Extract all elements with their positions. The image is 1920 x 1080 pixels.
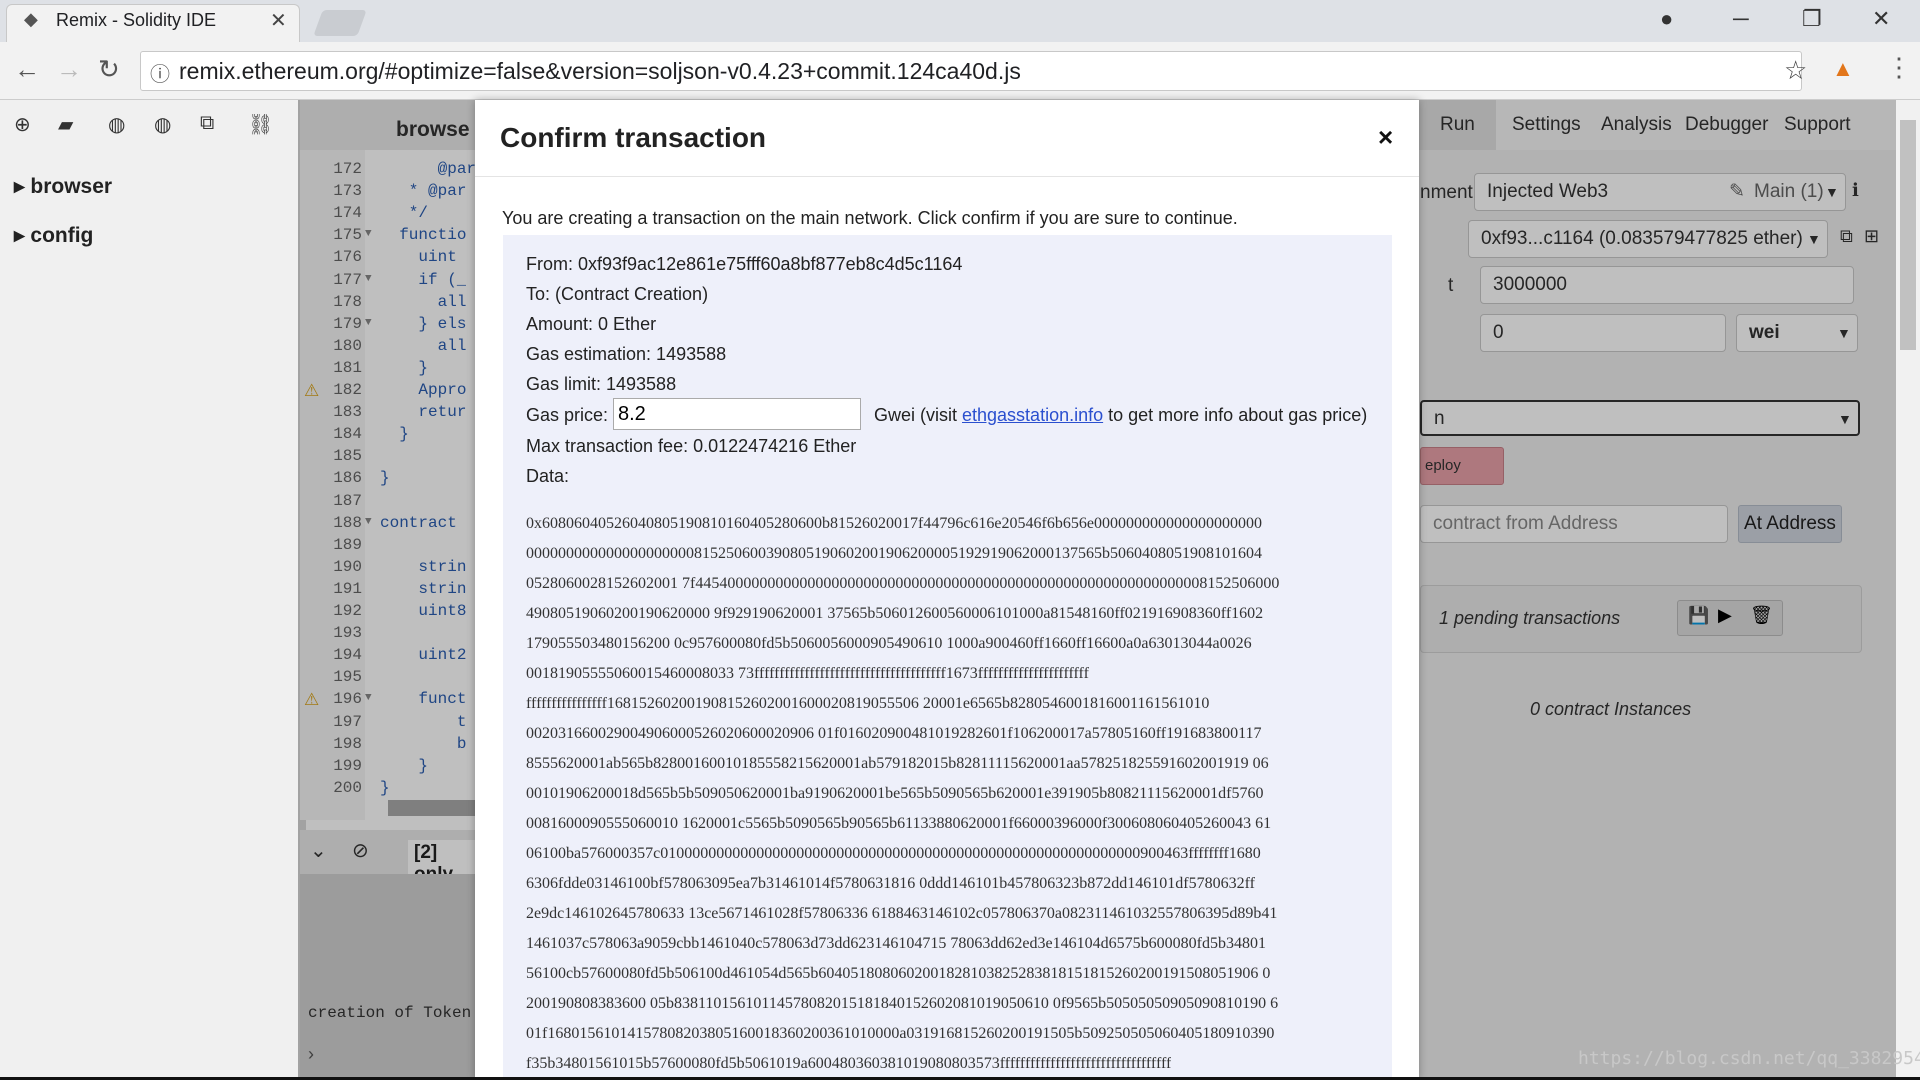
- data-hex-line: 1461037c578063a9059cbb1461040c578063d73d…: [526, 935, 1266, 952]
- gas-price-label: Gas price:: [526, 405, 609, 425]
- data-hex-line: 179055503480156200 0c957600080fd5b506005…: [526, 635, 1252, 652]
- to-text: To: (Contract Creation): [526, 284, 709, 304]
- profile-icon[interactable]: ●: [1660, 6, 1673, 32]
- create-file-icon[interactable]: ⊕: [14, 112, 31, 137]
- gwei-prefix: Gwei (visit: [874, 405, 963, 425]
- data-hex-line: 00101906200018d565b5b509050620001ba91906…: [526, 785, 1264, 802]
- gas-price-input[interactable]: [613, 398, 861, 430]
- data-hex-line: 56100cb57600080fd5b506100d461054d565b604…: [526, 965, 1271, 982]
- remix-favicon-icon: ◆: [24, 9, 38, 29]
- forward-arrow-icon[interactable]: →: [56, 54, 82, 85]
- data-hex-line: 06100ba576000357c01000000000000000000000…: [526, 845, 1261, 862]
- window-close-icon[interactable]: ✕: [1872, 6, 1890, 32]
- gas-estimation-text: Gas estimation: 1493588: [526, 344, 727, 364]
- data-hex-line: 0081600090555060010 1620001c5565b5090565…: [526, 815, 1272, 832]
- connect-localhost-icon[interactable]: ⛓: [248, 112, 273, 137]
- bookmark-star-icon[interactable]: ☆: [1784, 55, 1807, 86]
- data-hex-line: f35b34801561015b57600080fd5b5061019a6004…: [526, 1055, 1172, 1072]
- watermark-text: https://blog.csdn.net/qq_33829547: [1578, 1048, 1920, 1069]
- amount-text: Amount: 0 Ether: [526, 314, 657, 334]
- metamask-extension-icon[interactable]: ▲: [1832, 56, 1854, 82]
- ethgasstation-link[interactable]: ethgasstation.info: [962, 405, 1103, 425]
- tree-item-label: browser: [30, 175, 113, 198]
- url-text: remix.ethereum.org/#optimize=false&versi…: [179, 58, 1021, 84]
- github-gist-icon[interactable]: ◍: [108, 112, 125, 137]
- data-hex-line: 002031660029004906000526020600020906 01f…: [526, 725, 1262, 742]
- from-text: From: 0xf93f9ac12e861e75fff60a8bf877eb8c…: [526, 254, 963, 274]
- data-hex-line: 49080519060200190620000 9f929190620001 3…: [526, 605, 1264, 622]
- data-hex-line: 6306fdde03146100bf578063095ea7b31461014f…: [526, 875, 1255, 892]
- data-label: Data:: [526, 466, 570, 486]
- modal-close-icon[interactable]: ×: [1378, 122, 1393, 153]
- tree-item-label: config: [30, 224, 94, 247]
- browser-menu-icon[interactable]: ⋮: [1886, 52, 1912, 83]
- data-hex-line: 00181905555060015460008033 73fffffffffff…: [526, 665, 1089, 682]
- data-hex-line: 200190808383600 05b838110156101145780820…: [526, 995, 1279, 1012]
- data-hex-line: 8555620001ab565b828001600101855582156200…: [526, 755, 1269, 772]
- gas-limit-text: Gas limit: 1493588: [526, 374, 677, 394]
- copy-files-icon[interactable]: ⧉: [200, 112, 214, 135]
- open-folder-icon[interactable]: ▰: [58, 112, 73, 137]
- gwei-hint: Gwei (visit ethgasstation.info to get mo…: [874, 405, 1367, 426]
- max-fee-text: Max transaction fee: 0.0122474216 Ether: [526, 436, 857, 456]
- restore-icon[interactable]: ❐: [1802, 6, 1822, 32]
- reload-icon[interactable]: ↻: [98, 54, 120, 85]
- site-info-icon[interactable]: ⓘ: [150, 58, 170, 87]
- tree-item-browser[interactable]: ▸ browser: [14, 174, 112, 199]
- data-hex-line: 0x60806040526040805190810160405280600b81…: [526, 515, 1262, 532]
- modal-intro-text: You are creating a transaction on the ma…: [502, 208, 1238, 228]
- tab-close-icon[interactable]: ✕: [270, 8, 287, 33]
- data-hex-line: 0528060028152602001 7f445400000000000000…: [526, 575, 1280, 592]
- minimize-icon[interactable]: ─: [1733, 6, 1749, 32]
- modal-title: Confirm transaction: [500, 122, 767, 153]
- tab-title: Remix - Solidity IDE: [56, 10, 217, 30]
- tree-item-config[interactable]: ▸ config: [14, 223, 93, 248]
- github-copy-icon[interactable]: ◍: [154, 112, 171, 137]
- data-hex-line: 01f1680156101415780820380516001836020036…: [526, 1025, 1275, 1042]
- data-hex-line: 2e9dc146102645780633 13ce5671461028f5780…: [526, 905, 1278, 922]
- data-hex-line: ffffffffffffffff168152602001908152602001…: [526, 695, 1210, 712]
- page-scrollbar-thumb[interactable]: [1900, 120, 1916, 350]
- data-hex-line: 0000000000000000000008152506003908051906…: [526, 545, 1262, 562]
- back-arrow-icon[interactable]: ←: [14, 54, 40, 85]
- gwei-suffix: to get more info about gas price): [1103, 405, 1368, 425]
